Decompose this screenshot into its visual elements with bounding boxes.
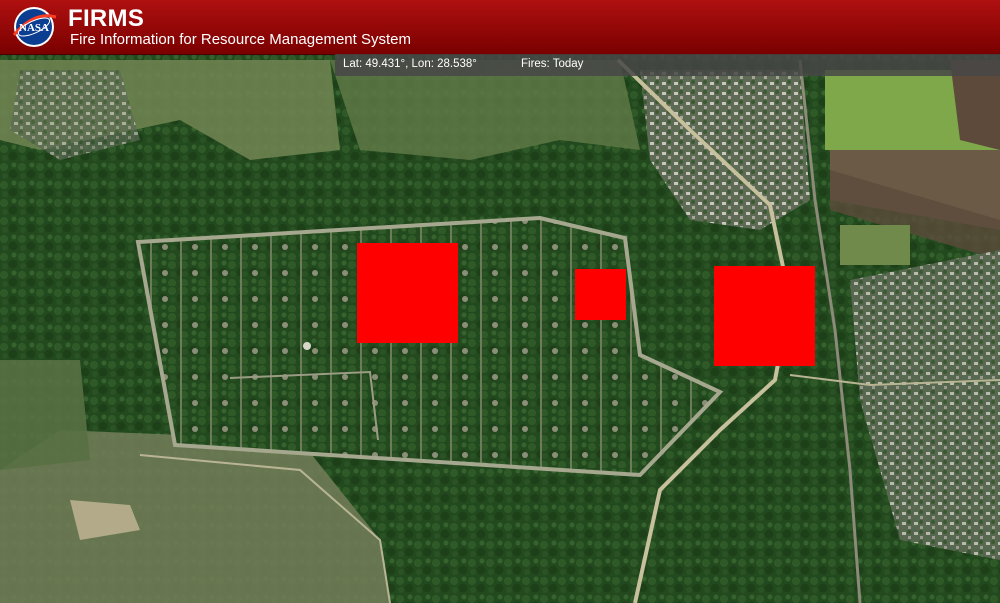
app-title: FIRMS: [68, 5, 145, 32]
satellite-map[interactable]: [0, 0, 1000, 603]
coordinates-readout: Lat: 49.431°, Lon: 28.538°: [343, 58, 477, 70]
field-area: [840, 225, 910, 265]
app-subtitle: Fire Information for Resource Management…: [70, 31, 411, 48]
fires-time-filter[interactable]: Fires: Today: [521, 58, 583, 70]
fire-detection-marker[interactable]: [357, 243, 458, 343]
svg-text:NASA: NASA: [19, 22, 49, 34]
nasa-logo-icon[interactable]: NASA: [10, 5, 58, 49]
depot-center-marker: [303, 342, 311, 350]
map-info-bar: Lat: 49.431°, Lon: 28.538° Fires: Today: [335, 54, 1000, 76]
field-area: [0, 360, 90, 470]
app-header: NASA FIRMS Fire Information for Resource…: [0, 0, 1000, 55]
fire-detection-marker[interactable]: [714, 266, 815, 366]
fire-detection-marker[interactable]: [575, 269, 626, 320]
